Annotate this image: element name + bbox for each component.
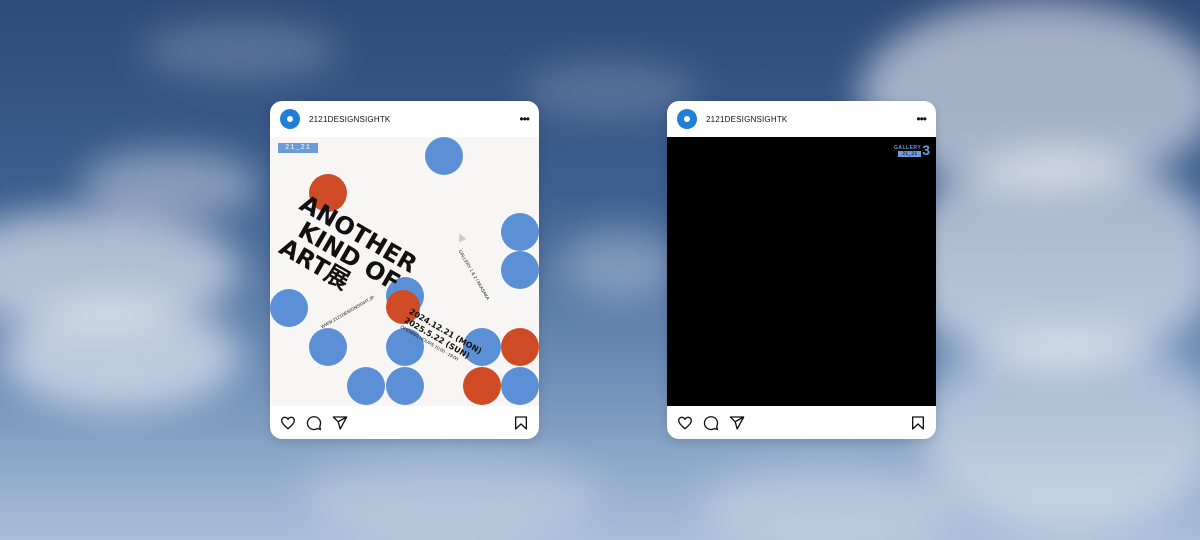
instagram-post-left: 2121DESIGNSIGHTK ••• 21_21 ANOTHER KIND … xyxy=(270,101,539,439)
comment-icon[interactable] xyxy=(305,414,323,432)
share-icon[interactable] xyxy=(728,414,746,432)
heart-icon[interactable] xyxy=(676,414,694,432)
post-video[interactable]: GALLERY 21_21 3 xyxy=(667,137,936,406)
poster-dot xyxy=(309,328,347,366)
bookmark-icon[interactable] xyxy=(909,414,927,432)
instagram-post-right: 2121DESIGNSIGHTK ••• GALLERY 21_21 3 xyxy=(667,101,936,439)
poster-dot xyxy=(425,137,463,175)
poster-dot xyxy=(463,367,501,405)
gallery-pill: 21_21 xyxy=(898,151,922,157)
sky-background xyxy=(0,0,1200,540)
post-image-poster[interactable]: 21_21 ANOTHER KIND OF ART展 GALLERY 1 & 2… xyxy=(270,137,539,406)
poster-dot xyxy=(501,213,539,251)
poster-dot xyxy=(501,251,539,289)
heart-icon[interactable] xyxy=(279,414,297,432)
poster-dot xyxy=(386,367,424,405)
poster-dot xyxy=(501,328,539,366)
share-icon[interactable] xyxy=(331,414,349,432)
comment-icon[interactable] xyxy=(702,414,720,432)
more-options-icon[interactable]: ••• xyxy=(519,112,530,126)
poster-dot xyxy=(347,367,385,405)
post-header: 2121DESIGNSIGHTK ••• xyxy=(270,101,539,137)
more-options-icon[interactable]: ••• xyxy=(916,112,927,126)
avatar[interactable] xyxy=(677,109,697,129)
gallery-badge: GALLERY 21_21 3 xyxy=(894,143,930,157)
poster-dot xyxy=(501,367,539,405)
poster-url: WWW.2121DESIGNSIGHT.JP xyxy=(320,294,376,330)
post-header: 2121DESIGNSIGHTK ••• xyxy=(667,101,936,137)
bookmark-icon[interactable] xyxy=(512,414,530,432)
gallery-number: 3 xyxy=(922,142,930,158)
poster-dot xyxy=(270,289,308,327)
poster-tag: 21_21 xyxy=(278,143,319,153)
avatar[interactable] xyxy=(280,109,300,129)
cursor-icon xyxy=(455,231,467,243)
post-actions xyxy=(270,406,539,439)
post-actions xyxy=(667,406,936,439)
post-username[interactable]: 2121DESIGNSIGHTK xyxy=(706,115,916,124)
post-username[interactable]: 2121DESIGNSIGHTK xyxy=(309,115,519,124)
